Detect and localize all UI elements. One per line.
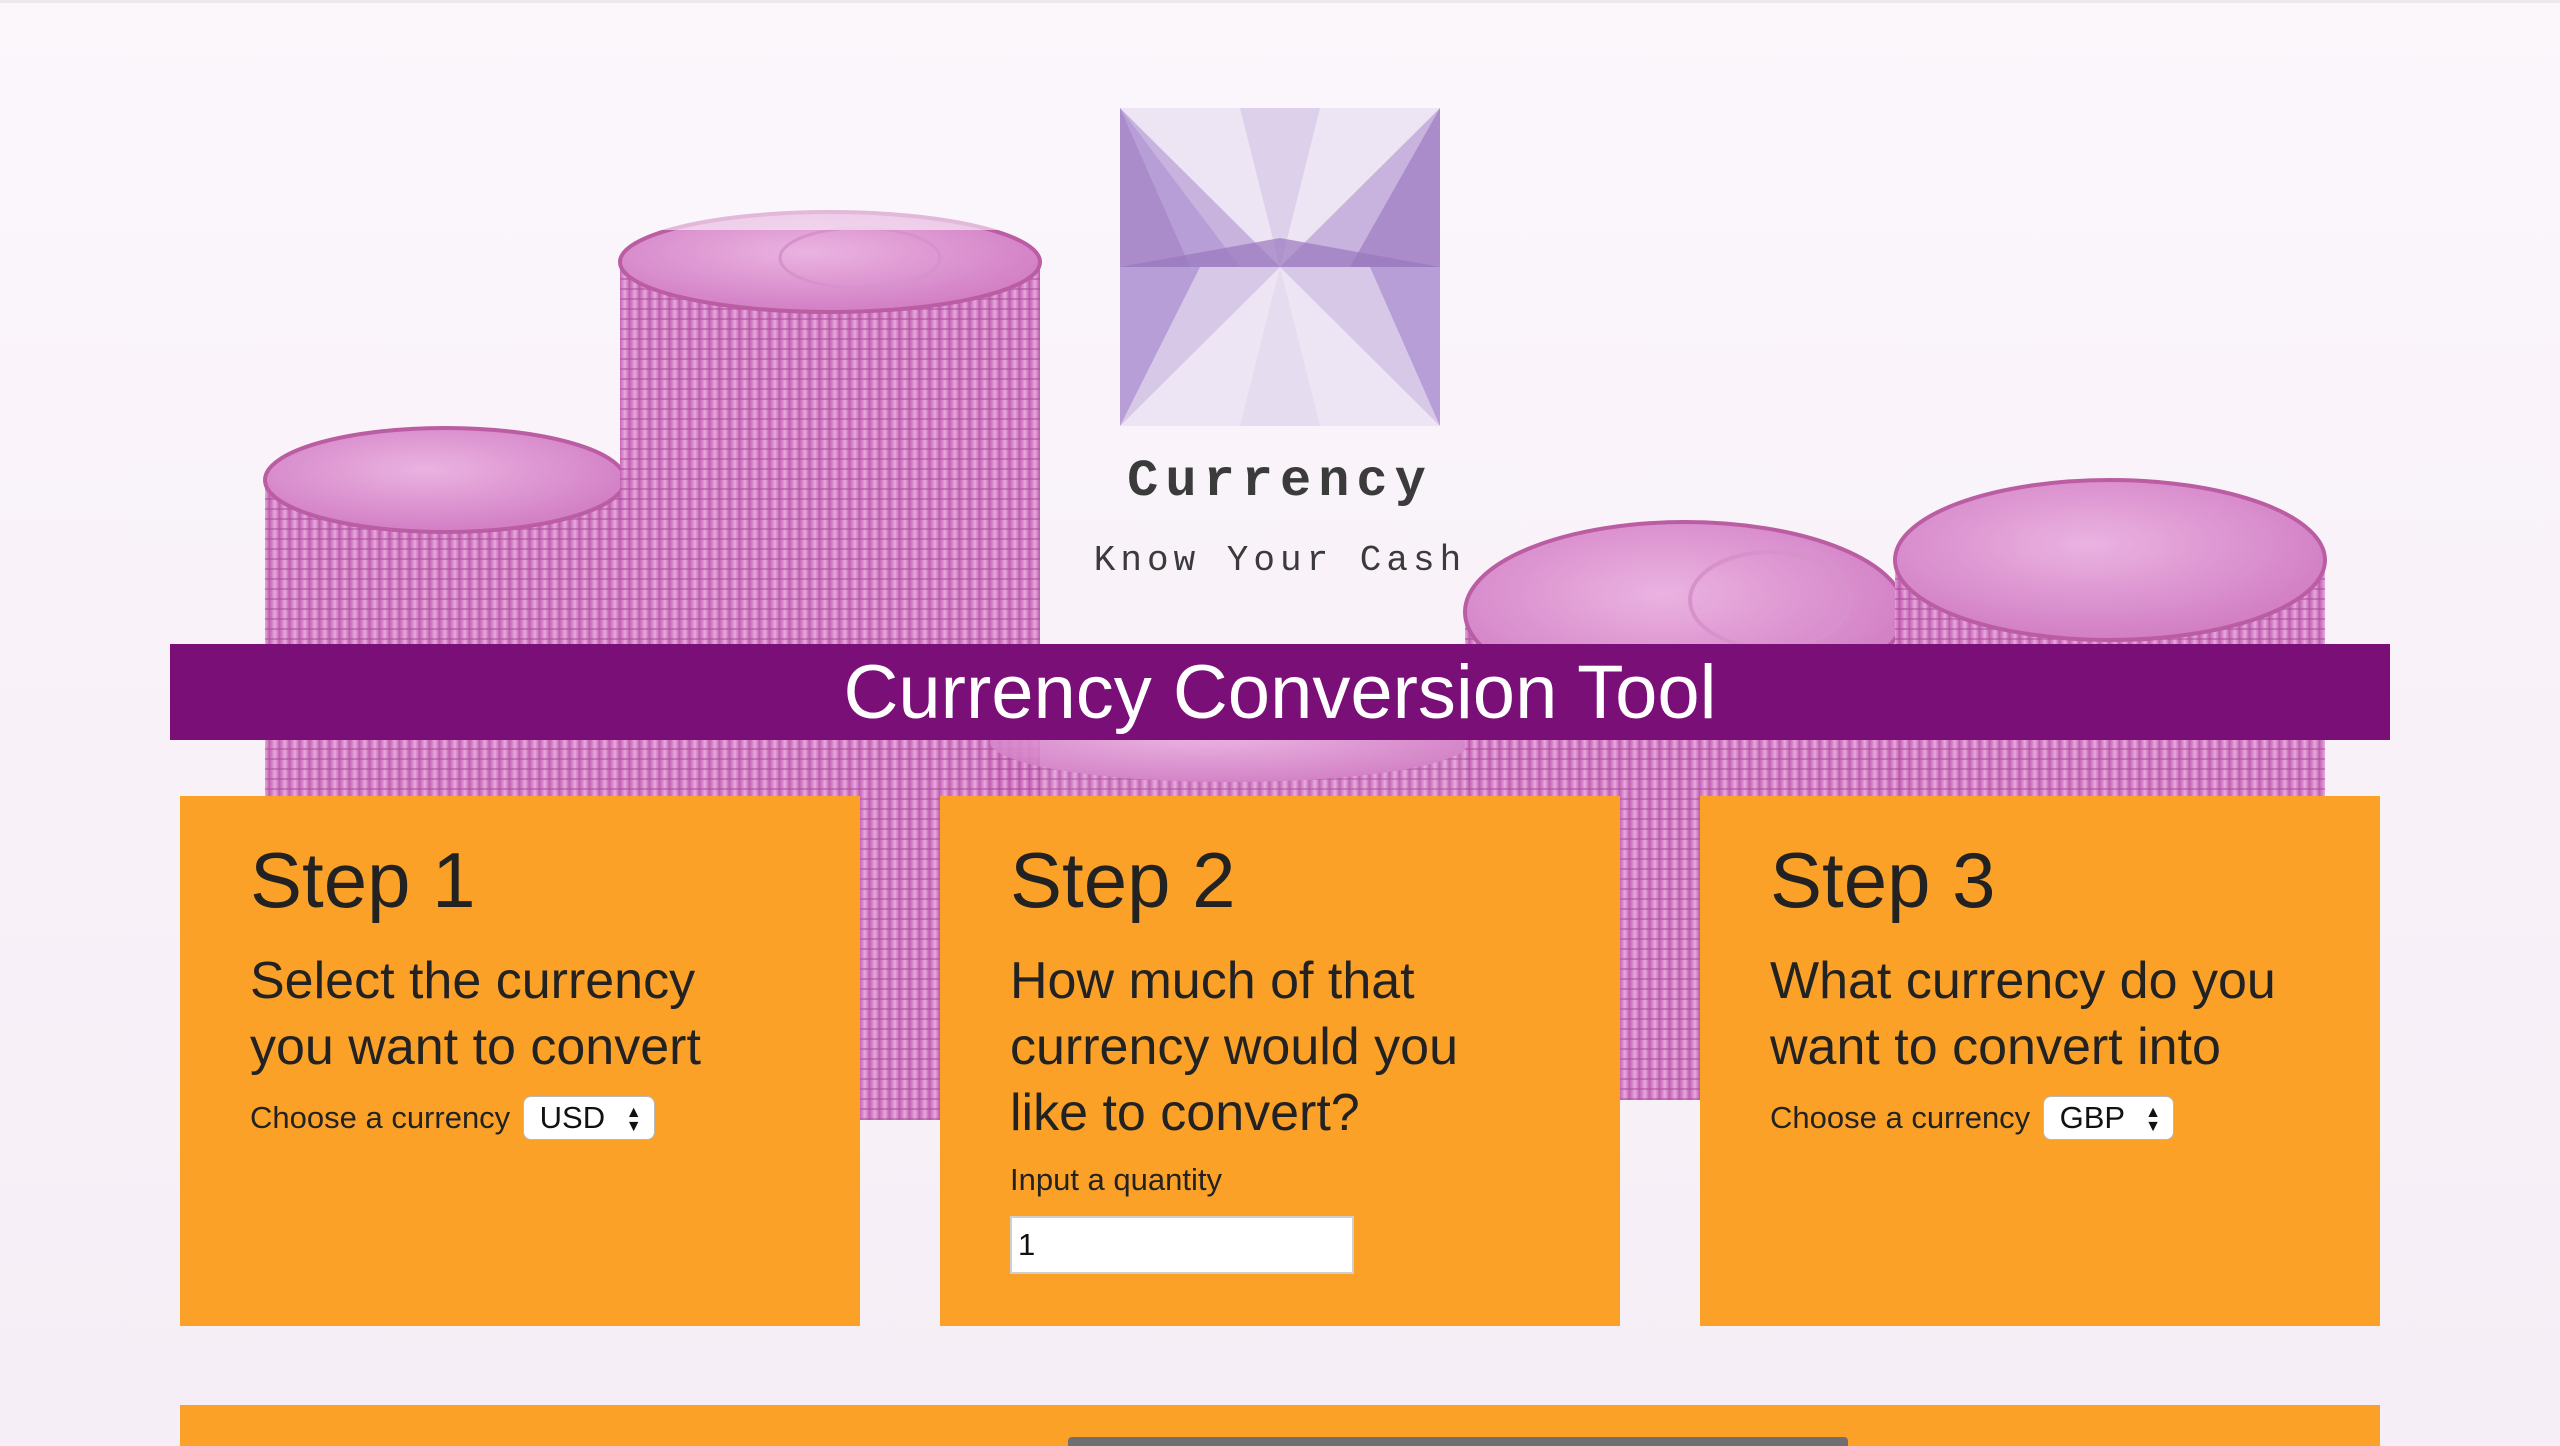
step-3-card: Step 3 What currency do you want to conv… <box>1700 796 2380 1326</box>
source-currency-value: USD <box>539 1099 606 1135</box>
step-1-card: Step 1 Select the currency you want to c… <box>180 796 860 1326</box>
brand-name: Currency <box>1127 452 1433 511</box>
result-panel <box>180 1405 2380 1446</box>
title-banner: Currency Conversion Tool <box>170 644 2390 740</box>
convert-button[interactable] <box>1068 1437 1848 1446</box>
page-title: Currency Conversion Tool <box>843 649 1717 735</box>
step-1-field-label: Choose a currency <box>250 1099 511 1135</box>
chevron-updown-icon: ▲ ▼ <box>625 1103 642 1135</box>
step-2-card: Step 2 How much of that currency would y… <box>940 796 1620 1326</box>
step-1-question: Select the currency you want to convert <box>250 951 701 1076</box>
quantity-input[interactable] <box>1010 1215 1354 1274</box>
currency-logo-icon <box>1120 108 1440 426</box>
source-currency-select[interactable]: USD ▲ ▼ <box>522 1095 655 1140</box>
step-2-field-label: Input a quantity <box>1010 1161 1222 1197</box>
step-3-question: What currency do you want to convert int… <box>1770 951 2276 1076</box>
target-currency-value: GBP <box>2059 1099 2125 1135</box>
step-3-field-label: Choose a currency <box>1770 1099 2031 1135</box>
step-1-heading: Step 1 <box>250 836 476 924</box>
page: Currency Know Your Cash Currency Convers… <box>0 0 2560 1446</box>
step-2-heading: Step 2 <box>1010 836 1236 924</box>
brand-tagline: Know Your Cash <box>1093 540 1467 581</box>
chevron-updown-icon: ▲ ▼ <box>2145 1103 2162 1135</box>
step-3-heading: Step 3 <box>1770 836 1996 924</box>
target-currency-select[interactable]: GBP ▲ ▼ <box>2042 1095 2175 1140</box>
step-2-question: How much of that currency would you like… <box>1010 951 1458 1142</box>
